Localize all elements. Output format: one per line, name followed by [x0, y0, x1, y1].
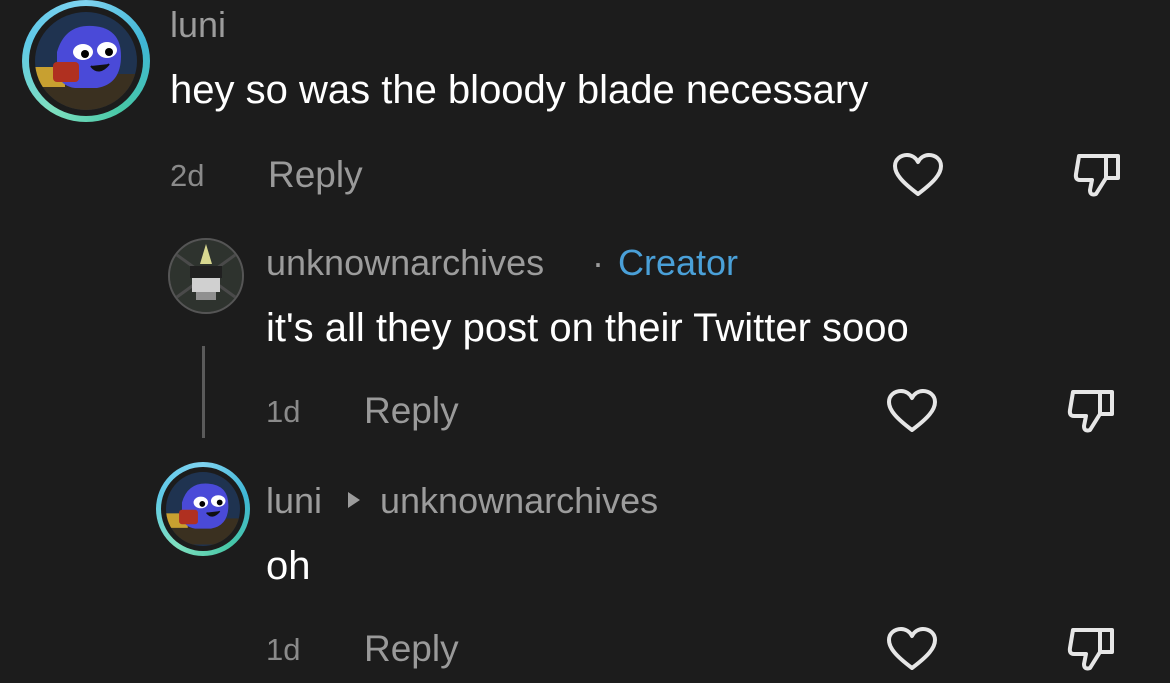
reply-button[interactable]: Reply [268, 154, 363, 196]
comment-username[interactable]: luni [266, 480, 322, 522]
thumbs-down-icon[interactable] [1072, 152, 1124, 200]
comment-timestamp: 1d [266, 394, 301, 429]
comment-username[interactable]: luni [170, 4, 226, 46]
heart-outline-icon[interactable] [886, 388, 938, 434]
avatar[interactable] [166, 472, 240, 546]
comment-timestamp: 1d [266, 632, 301, 667]
reply-to-username[interactable]: unknownarchives [380, 480, 658, 522]
thumbs-down-icon[interactable] [1066, 626, 1118, 674]
thumbs-down-icon[interactable] [1066, 388, 1118, 436]
comment-text: hey so was the bloody blade necessary [170, 68, 869, 112]
comment-timestamp: 2d [170, 158, 205, 193]
avatar[interactable] [35, 12, 137, 110]
separator-dot: · [592, 242, 604, 283]
caret-right-icon [346, 490, 362, 510]
comment-username[interactable]: unknownarchives [266, 242, 544, 284]
creator-badge: Creator [618, 242, 739, 283]
reply-button[interactable]: Reply [364, 628, 459, 670]
comment-text: it's all they post on their Twitter sooo [266, 306, 909, 350]
avatar[interactable] [168, 238, 244, 314]
comment-text: oh [266, 544, 311, 588]
thread-line [202, 346, 205, 438]
reply-button[interactable]: Reply [364, 390, 459, 432]
heart-outline-icon[interactable] [886, 626, 938, 672]
heart-outline-icon[interactable] [892, 152, 944, 198]
